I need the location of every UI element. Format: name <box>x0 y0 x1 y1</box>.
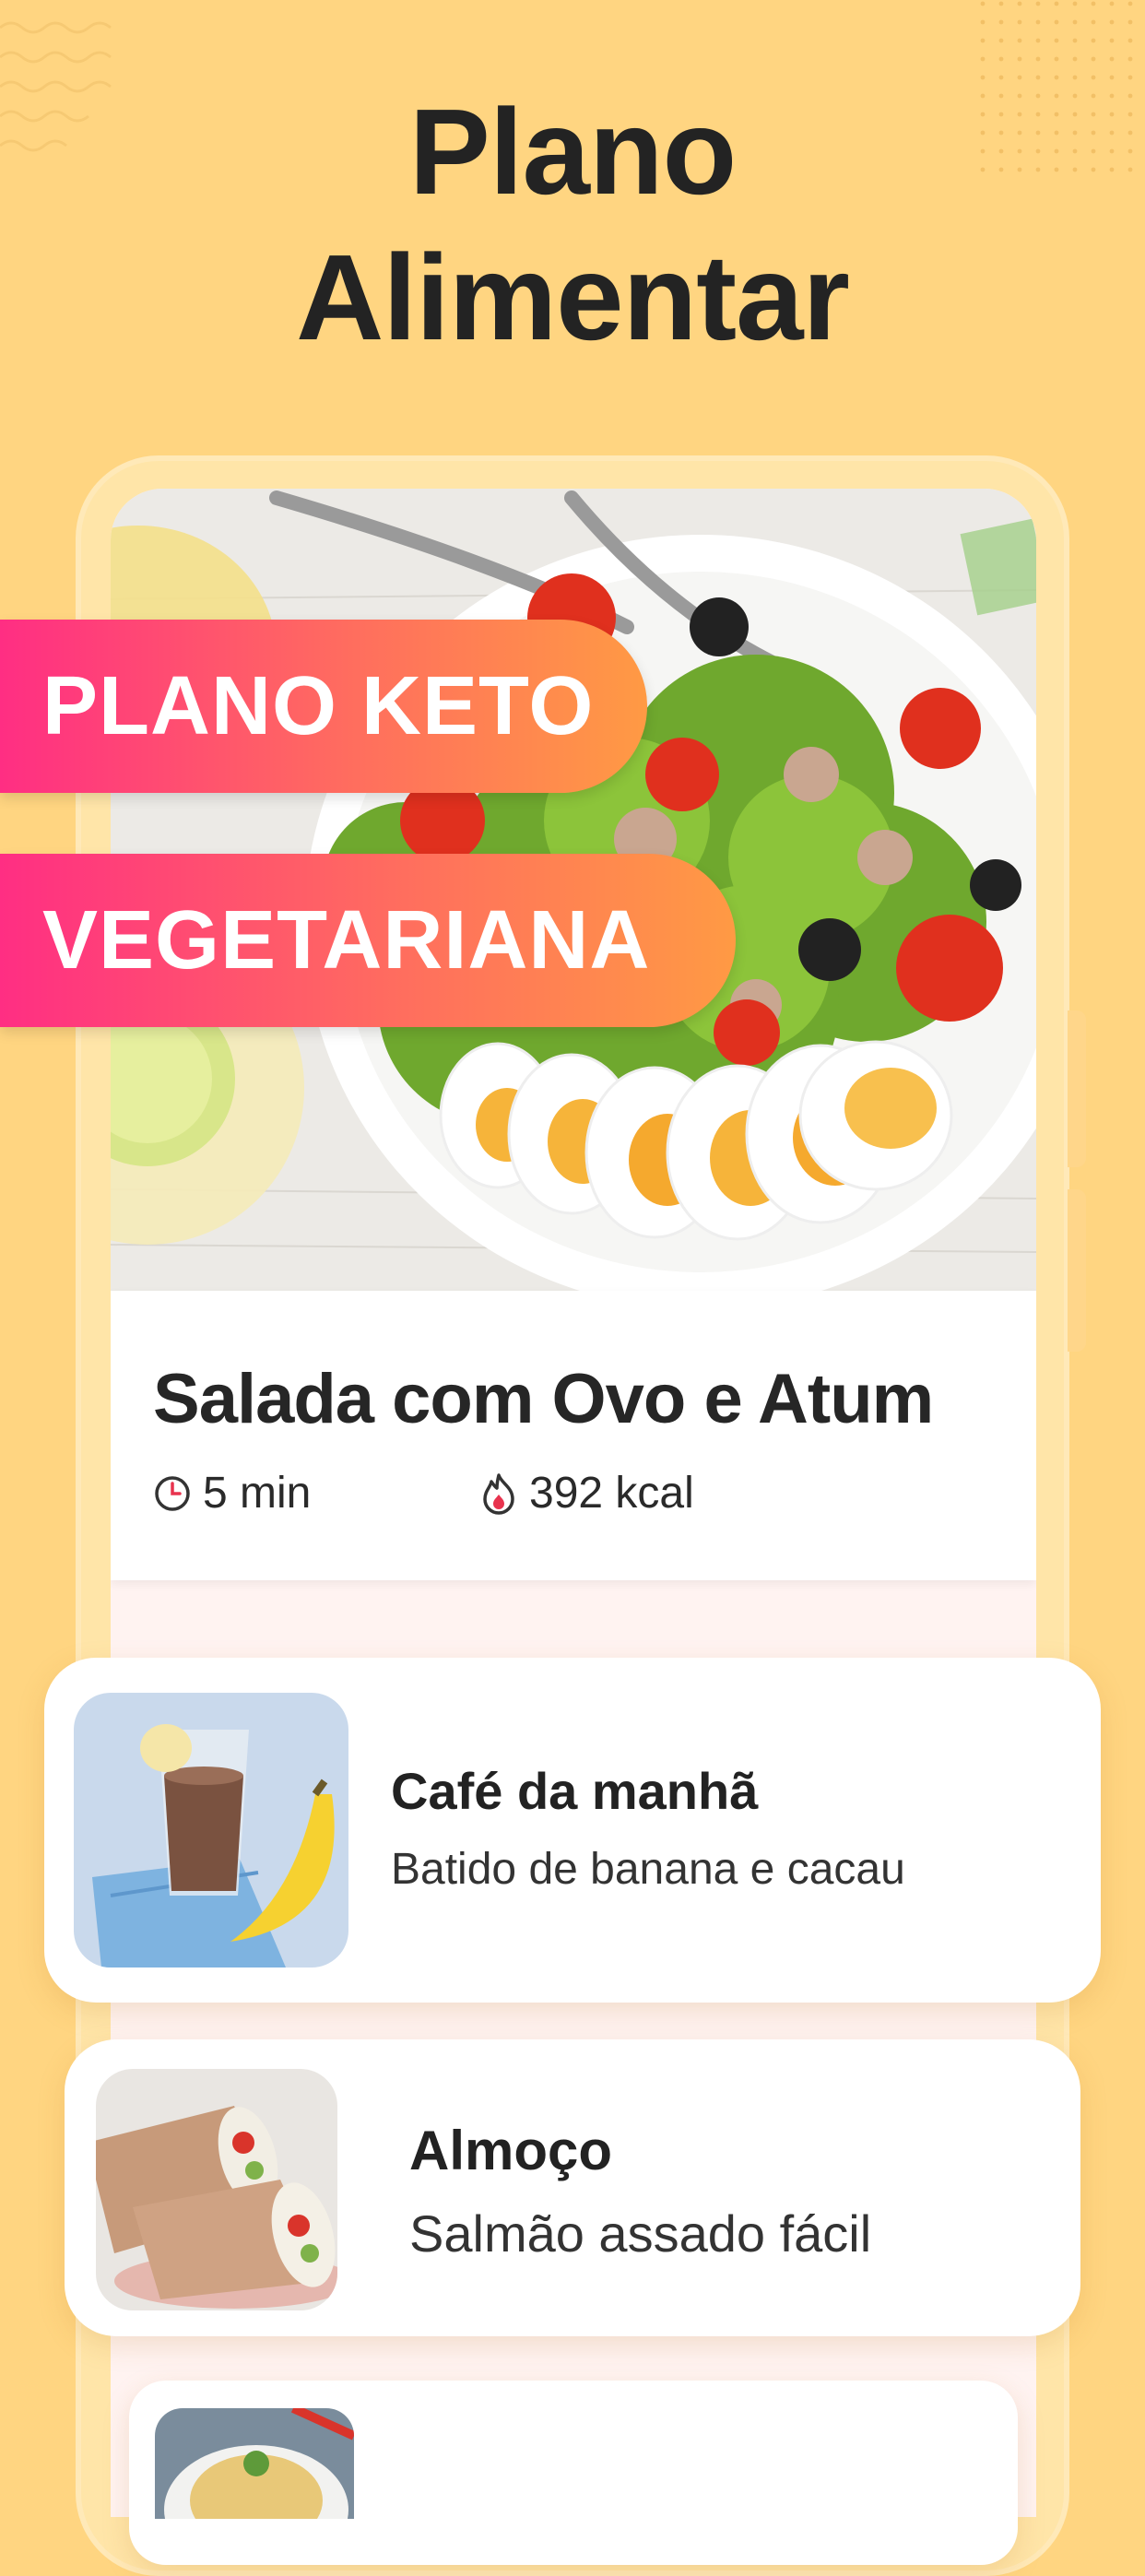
breakfast-thumbnail <box>74 1693 348 1967</box>
dinner-thumbnail <box>155 2408 354 2519</box>
clock-icon <box>155 1475 190 1511</box>
phone-side-button <box>1068 1250 1086 1352</box>
calories: 392 kcal <box>479 1468 694 1518</box>
title-line-1: Plano <box>408 84 737 219</box>
recipe-title: Salada com Ovo e Atum <box>153 1360 934 1438</box>
meal-desc-lunch: Salmão assado fácil <box>409 2204 872 2263</box>
meal-name-lunch: Almoço <box>409 2120 613 2181</box>
prep-time: 5 min <box>153 1468 311 1518</box>
prep-time-value: 5 min <box>203 1469 312 1518</box>
calories-value: 392 kcal <box>529 1469 694 1518</box>
flame-icon <box>483 1472 514 1515</box>
meal-name-breakfast: Café da manhã <box>391 1762 759 1820</box>
page-title: Plano Alimentar <box>0 79 1145 371</box>
badge-vegetarian[interactable]: VEGETARIANA <box>0 854 736 1027</box>
badge-keto-plan[interactable]: PLANO KETO <box>0 620 647 793</box>
meal-desc-breakfast: Batido de banana e cacau <box>391 1845 905 1894</box>
phone-side-button <box>1068 1010 1086 1167</box>
title-line-2: Alimentar <box>296 230 850 365</box>
lunch-thumbnail <box>96 2069 337 2310</box>
